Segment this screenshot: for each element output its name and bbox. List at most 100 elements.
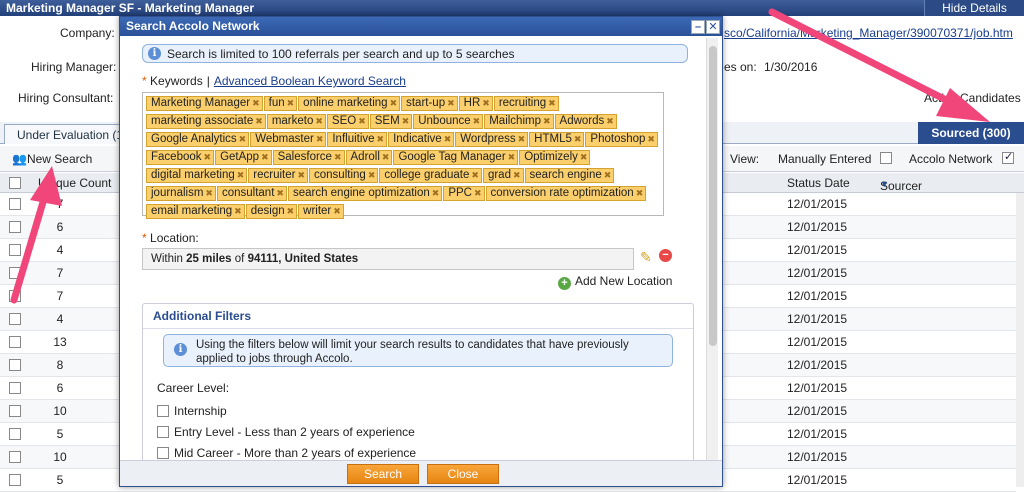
remove-tag-icon[interactable]: ✖ (297, 170, 305, 180)
keyword-tag[interactable]: PPC ✖ (443, 186, 485, 201)
remove-tag-icon[interactable]: ✖ (432, 188, 440, 198)
remove-tag-icon[interactable]: ✖ (287, 206, 295, 216)
remove-tag-icon[interactable]: ✖ (471, 170, 479, 180)
keyword-tag[interactable]: HTML5 ✖ (529, 132, 585, 147)
keyword-tag[interactable]: Indicative ✖ (388, 132, 455, 147)
remove-tag-icon[interactable]: ✖ (252, 98, 260, 108)
remove-tag-icon[interactable]: ✖ (315, 116, 323, 126)
keyword-tag[interactable]: design ✖ (245, 204, 298, 219)
keyword-tag-label: recruiter (253, 169, 296, 181)
remove-tag-icon[interactable]: ✖ (382, 152, 390, 162)
keyword-tag[interactable]: recruiting ✖ (493, 96, 559, 111)
remove-tag-icon[interactable]: ✖ (604, 170, 612, 180)
remove-tag-icon[interactable]: ✖ (402, 116, 410, 126)
remove-tag-icon[interactable]: ✖ (276, 188, 284, 198)
keyword-tag[interactable]: writer ✖ (298, 204, 344, 219)
scroll-thumb[interactable] (709, 46, 717, 346)
edit-pencil-icon[interactable]: ✎ (640, 249, 654, 265)
close-icon[interactable]: ✕ (706, 20, 720, 34)
keyword-tag[interactable]: consultant ✖ (216, 186, 287, 201)
remove-tag-icon[interactable]: ✖ (580, 152, 588, 162)
remove-tag-icon[interactable]: ✖ (237, 170, 245, 180)
keyword-tag-label: Facebook (151, 151, 202, 163)
location-field[interactable]: Within 25 miles of 94111, United States (142, 248, 634, 270)
keyword-tag[interactable]: Unbounce ✖ (413, 114, 484, 129)
keywords-input[interactable]: Marketing Manager ✖ fun ✖ online marketing ✖ s… (142, 92, 664, 219)
keyword-tag[interactable]: Google Tag Manager ✖ (393, 150, 519, 165)
search-button[interactable]: Search (347, 464, 419, 484)
remove-tag-icon[interactable]: ✖ (606, 116, 614, 126)
keyword-tag[interactable]: HR ✖ (458, 96, 493, 111)
remove-tag-icon[interactable]: ✖ (518, 134, 526, 144)
remove-tag-icon[interactable]: ✖ (287, 98, 295, 108)
remove-tag-icon[interactable]: ✖ (647, 134, 655, 144)
keyword-tag[interactable]: email marketing ✖ (146, 204, 245, 219)
keyword-tag[interactable]: Adwords ✖ (554, 114, 617, 129)
keyword-tag[interactable]: Mailchimp ✖ (484, 114, 554, 129)
keyword-tag[interactable]: consulting ✖ (309, 168, 379, 183)
keyword-tag[interactable]: start-up ✖ (401, 96, 458, 111)
remove-tag-icon[interactable]: ✖ (444, 134, 452, 144)
keyword-tag[interactable]: marketo ✖ (266, 114, 326, 129)
keyword-tag[interactable]: online marketing ✖ (298, 96, 401, 111)
keyword-tag[interactable]: digital marketing ✖ (146, 168, 248, 183)
keyword-tag[interactable]: recruiter ✖ (248, 168, 309, 183)
keyword-tag[interactable]: Google Analytics ✖ (146, 132, 250, 147)
keyword-tag[interactable]: Influitive ✖ (327, 132, 388, 147)
keyword-tag[interactable]: college graduate ✖ (379, 168, 482, 183)
checkbox[interactable] (157, 426, 169, 438)
career-option-mid[interactable]: Mid Career - More than 2 years of experi… (157, 446, 416, 460)
advanced-boolean-link[interactable]: Advanced Boolean Keyword Search (214, 74, 406, 88)
remove-tag-icon[interactable]: ✖ (368, 170, 376, 180)
keyword-tag[interactable]: GetApp ✖ (215, 150, 272, 165)
remove-tag-icon[interactable]: ✖ (508, 152, 516, 162)
keyword-tag[interactable]: search engine optimization ✖ (287, 186, 443, 201)
keyword-tag[interactable]: Salesforce ✖ (272, 150, 345, 165)
remove-tag-icon[interactable]: ✖ (390, 98, 398, 108)
career-option-entry[interactable]: Entry Level - Less than 2 years of exper… (157, 425, 415, 439)
dialog-scrollbar[interactable] (706, 38, 718, 460)
keyword-tag[interactable]: search engine ✖ (524, 168, 615, 183)
remove-tag-icon[interactable]: ✖ (543, 116, 551, 126)
remove-tag-icon[interactable]: ✖ (377, 134, 385, 144)
career-option-internship[interactable]: Internship (157, 404, 227, 418)
keyword-tag[interactable]: SEO ✖ (326, 114, 369, 129)
remove-tag-icon[interactable]: ✖ (474, 188, 482, 198)
remove-tag-icon[interactable]: ✖ (636, 188, 644, 198)
remove-tag-icon[interactable]: ✖ (473, 116, 481, 126)
minimize-icon[interactable]: – (691, 20, 705, 34)
remove-tag-icon[interactable]: ✖ (513, 170, 521, 180)
remove-tag-icon[interactable]: ✖ (447, 98, 455, 108)
keyword-tag[interactable]: Webmaster ✖ (250, 132, 327, 147)
remove-tag-icon[interactable]: ✖ (234, 206, 242, 216)
remove-tag-icon[interactable]: ✖ (482, 98, 490, 108)
keyword-tag[interactable]: Marketing Manager ✖ (146, 96, 263, 111)
add-location-button[interactable]: + Add New Location (558, 274, 672, 290)
remove-tag-icon[interactable]: ✖ (548, 98, 556, 108)
keyword-tag[interactable]: conversion rate optimization ✖ (485, 186, 647, 201)
close-button[interactable]: Close (427, 464, 499, 484)
remove-tag-icon[interactable]: ✖ (334, 152, 342, 162)
keyword-tag[interactable]: marketing associate ✖ (146, 114, 266, 129)
keyword-tag[interactable]: Wordpress ✖ (455, 132, 529, 147)
remove-tag-icon[interactable]: ✖ (261, 152, 269, 162)
keyword-tag[interactable]: journalism ✖ (146, 186, 216, 201)
remove-tag-icon[interactable]: ✖ (574, 134, 582, 144)
keyword-tag[interactable]: SEM ✖ (369, 114, 413, 129)
remove-tag-icon[interactable]: ✖ (255, 116, 263, 126)
remove-tag-icon[interactable]: ✖ (204, 152, 212, 162)
checkbox[interactable] (157, 447, 169, 459)
remove-tag-icon[interactable]: ✖ (205, 188, 213, 198)
keyword-tag[interactable]: grad ✖ (482, 168, 524, 183)
remove-tag-icon[interactable]: ✖ (239, 134, 247, 144)
remove-tag-icon[interactable]: ✖ (333, 206, 341, 216)
remove-tag-icon[interactable]: ✖ (358, 116, 366, 126)
remove-location-icon[interactable]: − (659, 249, 672, 262)
remove-tag-icon[interactable]: ✖ (316, 134, 324, 144)
keyword-tag[interactable]: Facebook ✖ (146, 150, 215, 165)
keyword-tag[interactable]: fun ✖ (263, 96, 298, 111)
keyword-tag[interactable]: Photoshop ✖ (585, 132, 658, 147)
checkbox[interactable] (157, 405, 169, 417)
keyword-tag[interactable]: Optimizely ✖ (519, 150, 591, 165)
keyword-tag[interactable]: Adroll ✖ (345, 150, 393, 165)
